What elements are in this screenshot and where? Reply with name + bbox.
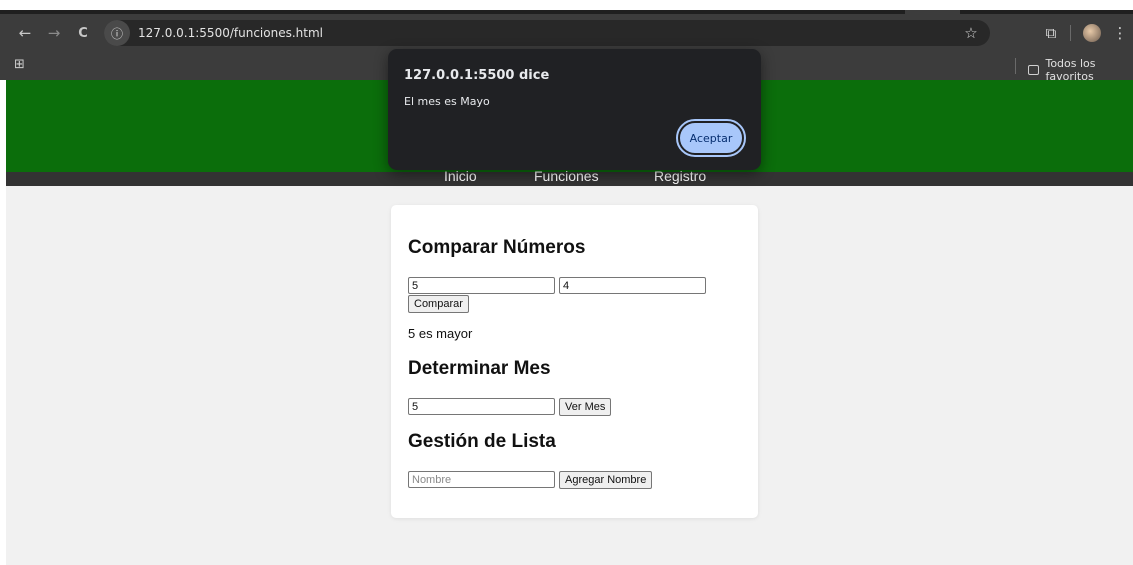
- month-input[interactable]: [408, 398, 555, 415]
- folder-icon: [1028, 65, 1040, 75]
- menu-icon[interactable]: ⋮: [1107, 20, 1133, 46]
- forward-icon[interactable]: →: [43, 22, 65, 44]
- name-input[interactable]: [408, 471, 555, 488]
- functions-card: Comparar Números Comparar 5 es mayor Det…: [391, 205, 758, 518]
- profile-avatar[interactable]: [1083, 24, 1101, 42]
- apps-icon[interactable]: ⊞: [14, 57, 25, 72]
- nav-link-funciones[interactable]: Funciones: [534, 168, 654, 184]
- address-bar[interactable]: ⓘ 127.0.0.1:5500/funciones.html ☆: [104, 20, 990, 46]
- compare-number-1-input[interactable]: [408, 277, 555, 294]
- compare-number-2-input[interactable]: [559, 277, 706, 294]
- browser-toolbar: ← → C ⓘ 127.0.0.1:5500/funciones.html ☆ …: [0, 14, 1133, 52]
- view-month-button[interactable]: Ver Mes: [559, 398, 612, 416]
- alert-dialog: 127.0.0.1:5500 dice El mes es Mayo Acept…: [388, 49, 761, 170]
- month-title: Determinar Mes: [408, 358, 551, 379]
- list-title: Gestión de Lista: [408, 431, 556, 452]
- nav-link-inicio[interactable]: Inicio: [444, 168, 534, 184]
- toolbar-right: ⧉ ⋮: [1038, 14, 1133, 52]
- site-nav: Inicio Funciones Registro: [6, 168, 1133, 186]
- add-name-button[interactable]: Agregar Nombre: [559, 471, 653, 489]
- accept-button[interactable]: Aceptar: [676, 119, 746, 157]
- site-nav-links: Inicio Funciones Registro: [444, 168, 706, 184]
- bookmarks-divider: [1015, 58, 1016, 74]
- address-url[interactable]: 127.0.0.1:5500/funciones.html: [138, 26, 323, 40]
- bookmark-star-icon[interactable]: ☆: [958, 20, 984, 46]
- dialog-message: El mes es Mayo: [404, 95, 490, 108]
- dialog-title: 127.0.0.1:5500 dice: [404, 68, 550, 83]
- nav-link-registro[interactable]: Registro: [654, 168, 706, 184]
- compare-button[interactable]: Comparar: [408, 295, 469, 313]
- back-icon[interactable]: ←: [14, 22, 36, 44]
- tab-strip: [0, 0, 1133, 14]
- reload-icon[interactable]: C: [72, 22, 94, 44]
- compare-result: 5 es mayor: [408, 326, 473, 341]
- site-info-icon[interactable]: ⓘ: [104, 20, 130, 46]
- toolbar-divider: [1070, 25, 1071, 41]
- extensions-icon[interactable]: ⧉: [1038, 20, 1064, 46]
- compare-title: Comparar Números: [408, 237, 586, 258]
